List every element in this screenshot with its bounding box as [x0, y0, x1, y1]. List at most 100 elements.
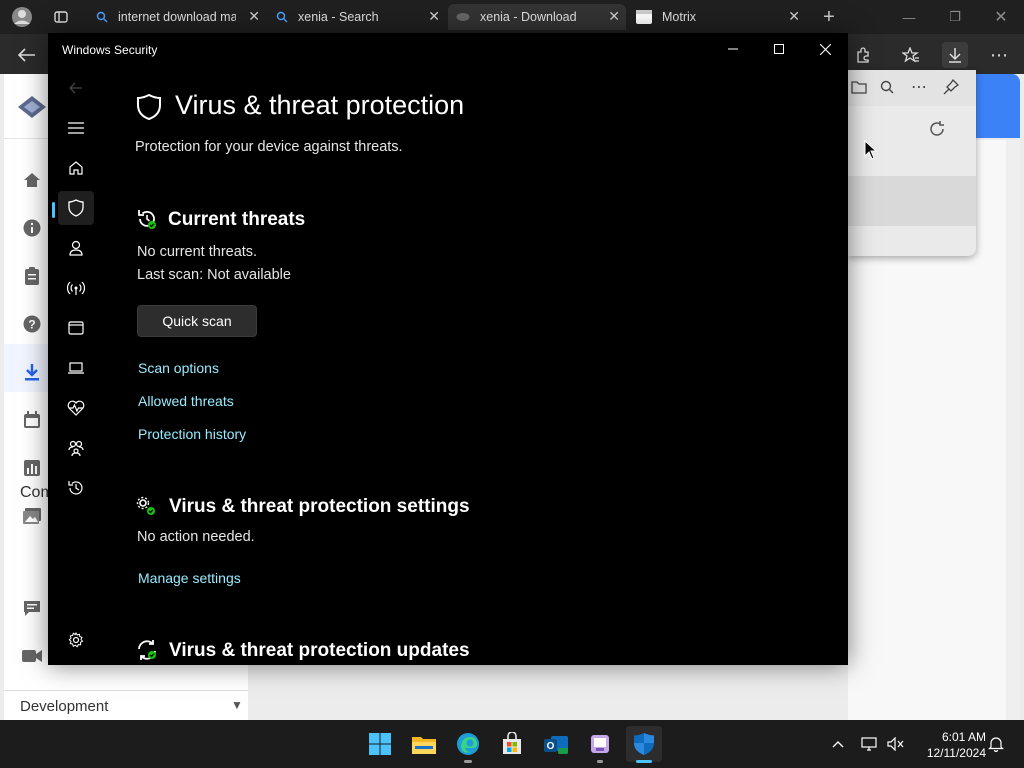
- back-arrow-icon[interactable]: [58, 71, 94, 105]
- calendar-icon[interactable]: [20, 408, 44, 432]
- file-explorer-icon[interactable]: [406, 726, 442, 762]
- allowed-threats-link[interactable]: Allowed threats: [138, 393, 234, 409]
- system-clock[interactable]: 6:01 AM 12/11/2024: [912, 729, 986, 761]
- tab-title: xenia - Search: [298, 10, 379, 24]
- active-app-indicator: [636, 760, 652, 763]
- quick-scan-button[interactable]: Quick scan: [137, 305, 257, 337]
- download-item[interactable]: [848, 176, 976, 226]
- extensions-icon[interactable]: [850, 42, 876, 68]
- gallery-icon[interactable]: [20, 504, 44, 528]
- downloads-icon[interactable]: [942, 42, 968, 68]
- app-icon[interactable]: [582, 726, 618, 762]
- settings-gear-icon[interactable]: [58, 623, 94, 657]
- help-icon[interactable]: ?: [20, 312, 44, 336]
- tab-title: Motrix: [662, 10, 697, 24]
- browser-restore-button[interactable]: ❐: [932, 0, 978, 34]
- home-icon[interactable]: [58, 151, 94, 185]
- laptop-icon[interactable]: [58, 351, 94, 385]
- close-tab-icon[interactable]: ✕: [428, 8, 440, 25]
- shield-icon[interactable]: [58, 191, 94, 225]
- motrix-favicon-icon: [636, 10, 652, 24]
- settings-status: No action needed.: [137, 529, 255, 545]
- browser-tab[interactable]: xenia - Search ✕: [268, 4, 446, 30]
- minimize-button[interactable]: [710, 35, 756, 63]
- browser-close-button[interactable]: ✕: [978, 0, 1024, 34]
- svg-text:?: ?: [28, 318, 35, 332]
- page-scrollbar[interactable]: [1006, 140, 1020, 720]
- clock-date: 12/11/2024: [926, 746, 986, 760]
- video-icon[interactable]: [20, 644, 44, 668]
- microsoft-store-icon[interactable]: [494, 726, 530, 762]
- retry-icon[interactable]: [924, 116, 950, 142]
- notification-bell-icon[interactable]: [986, 734, 1006, 754]
- windows-security-window: Windows Security Virus & threat protecti…: [48, 33, 848, 665]
- chat-icon[interactable]: [20, 596, 44, 620]
- network-icon[interactable]: [860, 734, 880, 754]
- svg-text:O: O: [547, 741, 555, 752]
- edge-browser-icon[interactable]: [450, 726, 486, 762]
- hamburger-menu-icon[interactable]: [58, 111, 94, 145]
- search-icon: [276, 11, 288, 23]
- updates-refresh-icon: [136, 639, 158, 665]
- clipboard-icon[interactable]: [20, 264, 44, 288]
- threats-status: No current threats.: [137, 244, 258, 260]
- scan-options-link[interactable]: Scan options: [138, 360, 219, 376]
- volume-muted-icon[interactable]: [886, 734, 906, 754]
- person-icon[interactable]: [58, 231, 94, 265]
- family-icon[interactable]: [58, 431, 94, 465]
- history-icon[interactable]: [58, 471, 94, 505]
- home-icon[interactable]: [20, 168, 44, 192]
- browser-tab[interactable]: Motrix ✕: [628, 4, 806, 30]
- chevron-down-icon: ▼: [231, 698, 243, 712]
- close-tab-icon[interactable]: ✕: [248, 8, 260, 25]
- open-folder-icon[interactable]: [846, 74, 872, 100]
- page-header-accent: [976, 74, 1020, 138]
- close-tab-icon[interactable]: ✕: [608, 8, 620, 25]
- info-icon[interactable]: [20, 216, 44, 240]
- window-title: Windows Security: [62, 43, 158, 57]
- download-icon[interactable]: [20, 360, 44, 384]
- search-downloads-icon[interactable]: [874, 74, 900, 100]
- windows-security-taskbar-icon[interactable]: [626, 726, 662, 762]
- page-title: Virus & threat protection: [175, 90, 465, 120]
- current-threats-icon: [136, 208, 158, 235]
- chevron-up-icon[interactable]: [828, 734, 848, 754]
- browser-minimize-button[interactable]: —: [886, 0, 932, 34]
- wifi-broadcast-icon[interactable]: [58, 271, 94, 305]
- back-arrow-icon[interactable]: [14, 42, 40, 68]
- pin-icon[interactable]: [938, 74, 964, 100]
- manage-settings-link[interactable]: Manage settings: [138, 570, 241, 586]
- profile-avatar-icon[interactable]: [8, 0, 36, 34]
- browser-tab-active[interactable]: xenia - Download ✕: [448, 4, 626, 30]
- protection-settings-heading: Virus & threat protection settings: [169, 496, 470, 517]
- close-tab-icon[interactable]: ✕: [788, 8, 800, 25]
- outlook-new-icon[interactable]: O: [538, 726, 574, 762]
- tab-title: internet download ma: [118, 10, 236, 24]
- heart-pulse-icon[interactable]: [58, 391, 94, 425]
- maximize-button[interactable]: [756, 35, 802, 63]
- search-icon: [96, 11, 108, 23]
- site-favicon-icon: [456, 13, 470, 21]
- selected-indicator: [52, 202, 55, 218]
- page-subtitle: Protection for your device against threa…: [135, 139, 403, 155]
- running-indicator: [597, 760, 603, 763]
- more-options-icon[interactable]: ⋯: [906, 74, 932, 100]
- site-logo-icon: [16, 94, 48, 125]
- protection-updates-heading: Virus & threat protection updates: [169, 640, 470, 661]
- development-label: Development: [20, 698, 109, 715]
- tab-actions-icon[interactable]: [48, 0, 74, 34]
- page-title-shield-icon: [136, 93, 162, 126]
- favorites-icon[interactable]: [898, 42, 924, 68]
- mouse-cursor-icon: [864, 139, 878, 165]
- protection-history-link[interactable]: Protection history: [138, 426, 246, 442]
- settings-gears-icon: [136, 496, 158, 523]
- browser-tab[interactable]: internet download ma ✕: [88, 4, 266, 30]
- start-button-icon[interactable]: [362, 726, 398, 762]
- development-section[interactable]: Development ▼: [4, 690, 248, 720]
- app-browser-control-icon[interactable]: [58, 311, 94, 345]
- close-button[interactable]: [802, 35, 848, 63]
- more-options-icon[interactable]: ⋯: [986, 42, 1012, 68]
- chart-icon[interactable]: [20, 456, 44, 480]
- new-tab-button[interactable]: +: [816, 0, 842, 34]
- tab-title: xenia - Download: [480, 10, 577, 24]
